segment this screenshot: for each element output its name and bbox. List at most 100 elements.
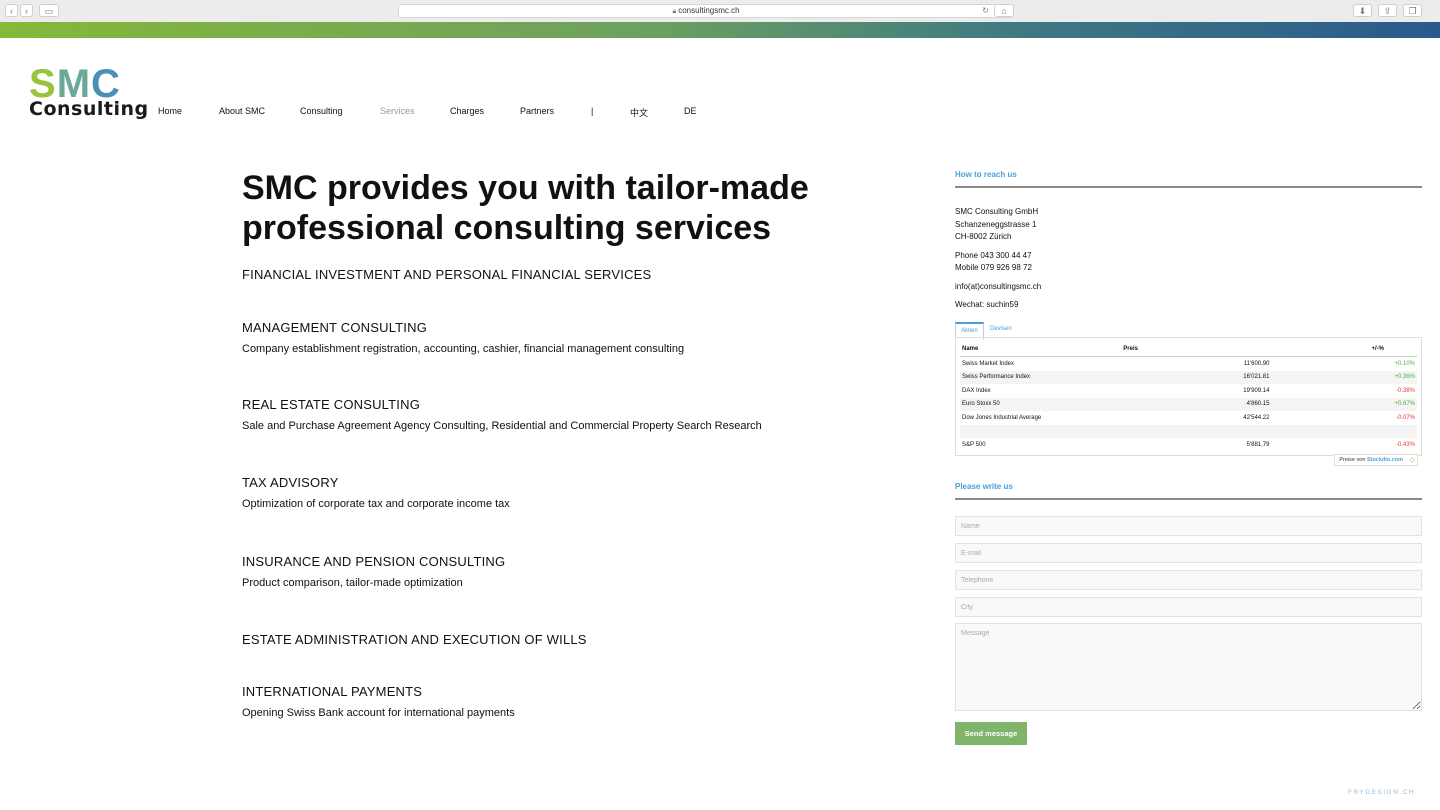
email-field[interactable] <box>955 543 1422 563</box>
phone-block: Phone 043 300 44 47 Mobile 079 926 98 72 <box>955 250 1422 275</box>
nav-lang-de[interactable]: DE <box>684 106 697 116</box>
stock-table-box: Name Preis +/-% Swiss Market Index 11'600… <box>955 337 1422 456</box>
service-title: TAX ADVISORY <box>242 475 339 490</box>
service-description: Optimization of corporate tax and corpor… <box>242 498 510 510</box>
address-block: SMC Consulting GmbH Schanzeneggstrasse 1… <box>955 206 1422 244</box>
service-title: ESTATE ADMINISTRATION AND EXECUTION OF W… <box>242 632 587 647</box>
stock-price: 42'544.22 <box>1243 414 1270 421</box>
stock-change: +0.36% <box>1369 370 1417 384</box>
phone-number: Phone 043 300 44 47 <box>955 250 1032 260</box>
column-header-change: +/-% <box>1369 342 1417 357</box>
service-international-payments: INTERNATIONAL PAYMENTS Opening Swiss Ban… <box>242 684 515 719</box>
service-estate-administration: ESTATE ADMINISTRATION AND EXECUTION OF W… <box>242 632 587 647</box>
service-title: INTERNATIONAL PAYMENTS <box>242 684 423 699</box>
city-address: CH-8002 Zürich <box>955 232 1012 241</box>
stock-change: -0.43% <box>1395 441 1415 448</box>
brand-gradient-bar <box>0 22 1440 38</box>
service-insurance-pension: INSURANCE AND PENSION CONSULTING Product… <box>242 554 505 589</box>
send-message-button[interactable]: Send message <box>955 722 1027 745</box>
back-button[interactable]: ‹ <box>5 4 18 17</box>
sidebar-toggle-button[interactable]: ▭ <box>39 4 59 17</box>
message-field[interactable] <box>955 623 1422 711</box>
nav-about[interactable]: About SMC <box>219 106 265 116</box>
stock-change <box>1369 424 1417 438</box>
service-real-estate: REAL ESTATE CONSULTING Sale and Purchase… <box>242 397 762 432</box>
stock-change: -0.07% <box>1395 414 1415 421</box>
stock-price: 11'600.90 <box>1243 360 1270 367</box>
tabs-icon: ❐ <box>1408 6 1417 16</box>
sidebar-icon: ▭ <box>44 6 54 16</box>
street-address: Schanzeneggstrasse 1 <box>955 219 1037 229</box>
nav-consulting[interactable]: Consulting <box>300 106 343 116</box>
contact-form-section: Please write us <box>955 482 1422 500</box>
tab-devisen[interactable]: Devisen <box>985 322 1017 336</box>
table-row: DAX Index 19'909.14 -0.38% <box>960 384 1417 398</box>
widget-tabs: Aktien Devisen <box>955 322 1422 340</box>
service-tax-advisory: TAX ADVISORY Optimization of corporate t… <box>242 475 510 510</box>
stock-name: Swiss Market Index <box>962 360 1015 367</box>
column-header-name: Name <box>960 342 1122 357</box>
stock-change: -0.38% <box>1395 387 1415 394</box>
forward-button[interactable]: › <box>20 4 33 17</box>
stockdio-logo-icon: ◇ <box>1409 457 1415 464</box>
telephone-field[interactable] <box>955 570 1422 590</box>
table-row: Swiss Performance Index 16'021.81 +0.36% <box>960 370 1417 384</box>
name-field[interactable] <box>955 516 1422 536</box>
stock-price: 19'909.14 <box>1243 387 1270 394</box>
stockdio-credit[interactable]: Preise von Stockdio.com ◇ <box>1334 454 1418 466</box>
contact-heading: How to reach us <box>955 170 1422 188</box>
stock-table: Name Preis +/-% Swiss Market Index 11'600… <box>960 342 1417 452</box>
downloads-button[interactable]: ⬇ <box>1353 4 1372 17</box>
nav-services[interactable]: Services <box>380 106 415 116</box>
chevron-left-icon: ‹ <box>10 6 13 16</box>
stock-name: DAX Index <box>962 387 991 394</box>
stock-name: Swiss Performance Index <box>960 370 1122 384</box>
stock-price: 5'881.79 <box>1246 441 1270 448</box>
home-icon: ⌂ <box>1001 6 1007 16</box>
stock-widget: Aktien Devisen Name Preis +/-% Swiss Mar… <box>955 322 1422 468</box>
nav-charges[interactable]: Charges <box>450 106 484 116</box>
stock-name: Euro Stoxx 50 <box>960 397 1122 411</box>
service-description: Product comparison, tailor-made optimiza… <box>242 577 463 589</box>
service-title: REAL ESTATE CONSULTING <box>242 397 421 412</box>
page-title-line-1: SMC provides you with tailor-made <box>242 169 809 207</box>
page-title-line-2: professional consulting services <box>242 209 772 247</box>
credit-prefix: Preise von <box>1339 457 1366 463</box>
service-description: Opening Swiss Bank account for internati… <box>242 707 515 719</box>
chevron-right-icon: › <box>25 6 28 16</box>
service-management-consulting: MANAGEMENT CONSULTING Company establishm… <box>242 320 684 355</box>
url-text: consultingsmc.ch <box>678 6 740 15</box>
company-name: SMC Consulting GmbH <box>955 207 1039 216</box>
nav-partners[interactable]: Partners <box>520 106 554 116</box>
stock-change: +0.10% <box>1394 360 1415 367</box>
tabs-button[interactable]: ❐ <box>1403 4 1422 17</box>
form-heading: Please write us <box>955 482 1422 500</box>
nav-home[interactable]: Home <box>158 106 182 116</box>
share-button[interactable]: ⇪ <box>1378 4 1397 17</box>
service-financial-investment: FINANCIAL INVESTMENT AND PERSONAL FINANC… <box>242 267 651 282</box>
contact-section: How to reach us SMC Consulting GmbH Scha… <box>955 170 1422 318</box>
stock-price: 16'021.81 <box>1121 370 1370 384</box>
stock-name: Dow Jones Industrial Average <box>962 414 1042 421</box>
service-title: FINANCIAL INVESTMENT AND PERSONAL FINANC… <box>242 267 652 282</box>
designer-credit[interactable]: FRYDESIGN.CH <box>1348 789 1415 796</box>
address-bar[interactable]: 🔒︎ consultingsmc.ch ↻ <box>398 4 1014 18</box>
logo[interactable]: SMC Consulting <box>29 64 148 124</box>
service-title: INSURANCE AND PENSION CONSULTING <box>242 554 506 569</box>
credit-brand: Stockdio.com <box>1366 457 1403 463</box>
nav-lang-chinese[interactable]: 中文 <box>630 106 648 119</box>
mobile-number: Mobile 079 926 98 72 <box>955 263 1032 272</box>
download-icon: ⬇ <box>1358 6 1367 16</box>
contact-details: SMC Consulting GmbH Schanzeneggstrasse 1… <box>955 206 1422 312</box>
stock-name: S&P 500 <box>962 441 986 448</box>
stock-price: 4'860.15 <box>1121 397 1370 411</box>
table-row <box>960 424 1417 438</box>
service-description: Sale and Purchase Agreement Agency Consu… <box>242 420 762 432</box>
table-row: Dow Jones Industrial Average 42'544.22 -0.… <box>960 411 1417 425</box>
reload-icon[interactable]: ↻ <box>982 5 989 17</box>
stock-change: +0.67% <box>1369 397 1417 411</box>
wechat-id: Wechat: suchin59 <box>955 300 1019 309</box>
stock-name <box>960 424 1122 438</box>
home-button[interactable]: ⌂ <box>994 4 1014 17</box>
city-field[interactable] <box>955 597 1422 617</box>
